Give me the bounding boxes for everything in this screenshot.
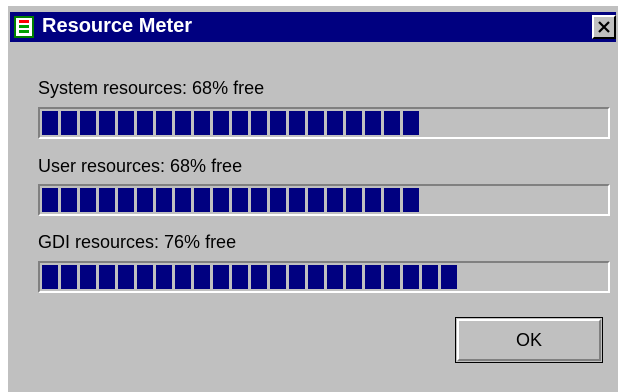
user-resources-fill [42,188,419,212]
gdi-resources-fill [42,265,457,289]
close-x-icon [598,21,610,33]
user-resources-label: User resources: 68% free [38,156,243,176]
title-bar[interactable]: Resource Meter [10,12,616,42]
gdi-resources-label: GDI resources: 76% free [38,232,237,252]
system-resources-fill [42,111,419,135]
close-button[interactable] [592,15,616,39]
system-resources-meter [38,107,610,139]
window-title: Resource Meter [42,15,193,37]
resource-meter-window: Resource Meter System resources: 68% fre… [8,6,618,392]
ok-button[interactable]: OK [455,317,603,363]
resource-meter-app-icon [14,16,34,38]
user-resources-meter [38,184,610,216]
system-resources-label: System resources: 68% free [38,78,265,98]
gdi-resources-meter [38,261,610,293]
